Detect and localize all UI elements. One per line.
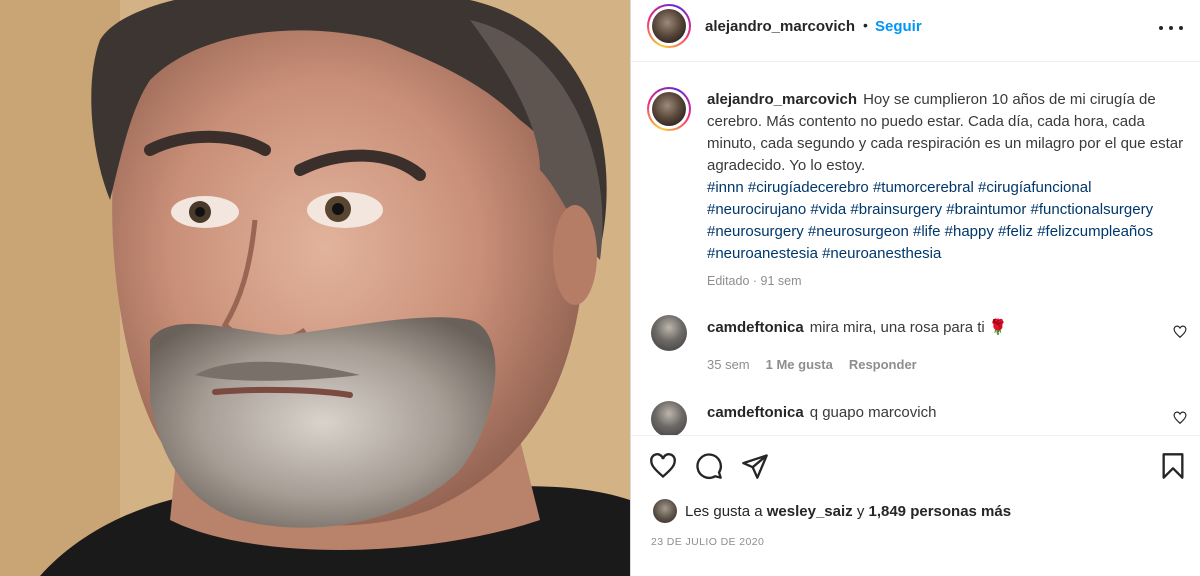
- comment-time: 35 sem: [707, 357, 750, 372]
- post-header: alejandro_marcovich • Seguir: [631, 0, 1200, 62]
- caption-username[interactable]: alejandro_marcovich: [707, 91, 857, 108]
- comment-text: camdeftonica q guapo marcovich: [707, 404, 936, 421]
- likes-conj: y: [856, 502, 865, 520]
- post-date: 23 DE JULIO DE 2020: [651, 536, 765, 548]
- liker-avatar[interactable]: [653, 499, 677, 523]
- commenter-avatar[interactable]: [651, 315, 687, 351]
- comment-body: q guapo marcovich: [809, 404, 937, 421]
- portrait-illustration: [0, 0, 630, 576]
- comment-icon[interactable]: [695, 452, 723, 480]
- post-photo[interactable]: [0, 0, 630, 576]
- separator-dot: •: [863, 17, 868, 33]
- share-icon[interactable]: [741, 452, 769, 480]
- comment-text: camdeftonica mira mira, una rosa para ti …: [707, 318, 1008, 336]
- bookmark-icon[interactable]: [1159, 452, 1187, 480]
- heart-icon[interactable]: [649, 452, 677, 480]
- author-avatar[interactable]: [652, 9, 686, 43]
- comment-likes[interactable]: 1 Me gusta: [766, 357, 833, 372]
- post-side-panel: alejandro_marcovich • Seguir alejandro_m…: [630, 0, 1200, 576]
- commenter-username[interactable]: camdeftonica: [707, 319, 804, 336]
- follow-button[interactable]: Seguir: [875, 18, 922, 35]
- dot-icon: [1159, 26, 1163, 30]
- caption-hashtags[interactable]: #innn #cirugíadecerebro #tumorcerebral #…: [707, 179, 1153, 262]
- liker-username[interactable]: wesley_saiz: [767, 503, 853, 520]
- commenter-username[interactable]: camdeftonica: [707, 404, 804, 421]
- caption-text: alejandro_marcovich Hoy se cumplieron 10 …: [707, 89, 1187, 265]
- comments-scroll-area[interactable]: alejandro_marcovich Hoy se cumplieron 10 …: [631, 63, 1200, 435]
- more-options-icon[interactable]: [1159, 16, 1183, 40]
- comment-meta: 35 sem 1 Me gusta Responder: [707, 357, 917, 372]
- dot-icon: [1179, 26, 1183, 30]
- dot-icon: [1169, 26, 1173, 30]
- edited-timestamp: Editado · 91 sem: [707, 274, 802, 288]
- author-username[interactable]: alejandro_marcovich: [705, 18, 855, 35]
- heart-icon[interactable]: [1173, 325, 1187, 339]
- comment-body: mira mira, una rosa para ti 🌹: [809, 319, 1008, 336]
- heart-icon[interactable]: [1173, 411, 1187, 425]
- reply-button[interactable]: Responder: [849, 357, 917, 372]
- caption-author-avatar[interactable]: [652, 92, 686, 126]
- likes-summary: Les gusta a wesley_saiz y 1,849 personas…: [653, 499, 1011, 523]
- commenter-avatar[interactable]: [651, 401, 687, 435]
- likes-prefix: Les gusta a: [685, 502, 763, 520]
- likes-others[interactable]: 1,849 personas más: [868, 503, 1011, 520]
- post-actions: Les gusta a wesley_saiz y 1,849 personas…: [631, 435, 1200, 576]
